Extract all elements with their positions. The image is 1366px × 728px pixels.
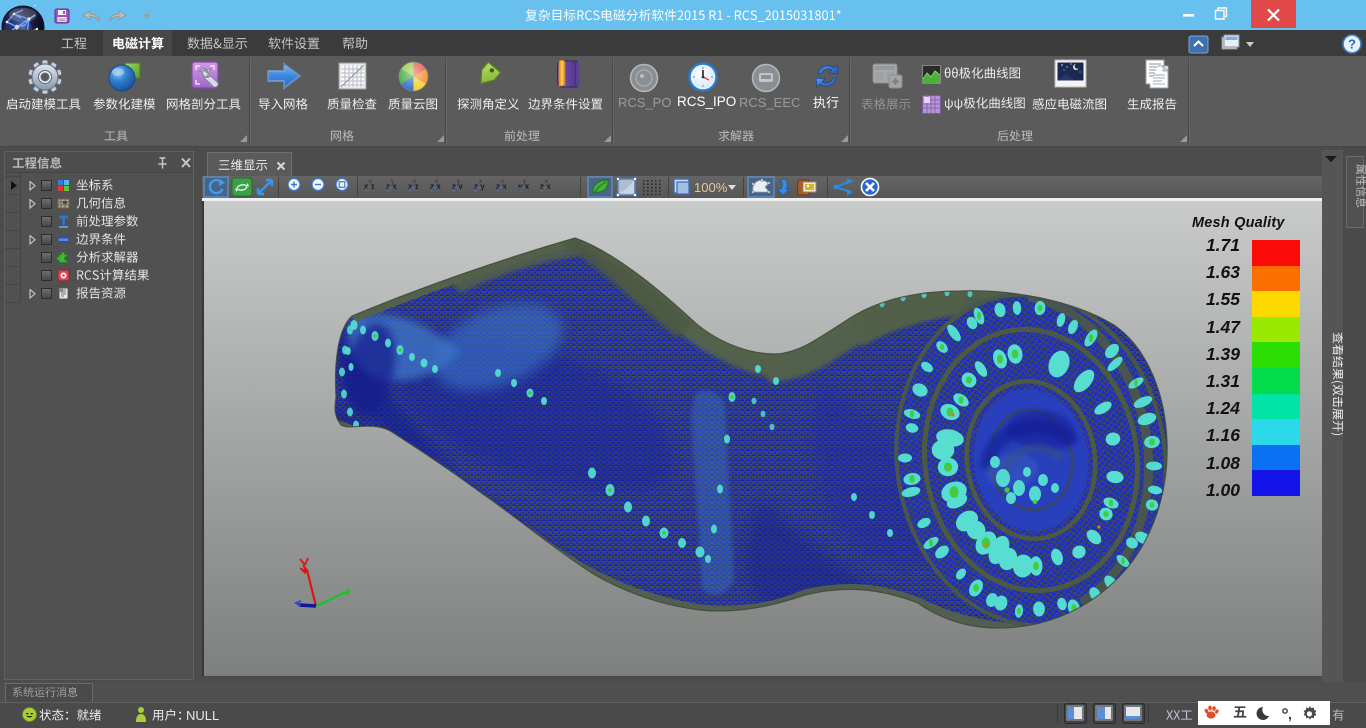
svg-text:,: ,: [1288, 706, 1292, 722]
svg-text:y: y: [457, 179, 460, 185]
svg-text:x: x: [479, 179, 482, 185]
svg-text:v: v: [501, 179, 504, 185]
svg-text:100%: 100%: [694, 180, 728, 195]
svg-text:v: v: [435, 179, 438, 185]
svg-text:y: y: [523, 179, 526, 185]
svg-text:x: x: [545, 179, 548, 185]
svg-text:x: x: [413, 179, 416, 185]
svg-text:y: y: [391, 179, 394, 185]
svg-text:?: ?: [1348, 37, 1356, 52]
svg-text:v: v: [369, 179, 372, 185]
